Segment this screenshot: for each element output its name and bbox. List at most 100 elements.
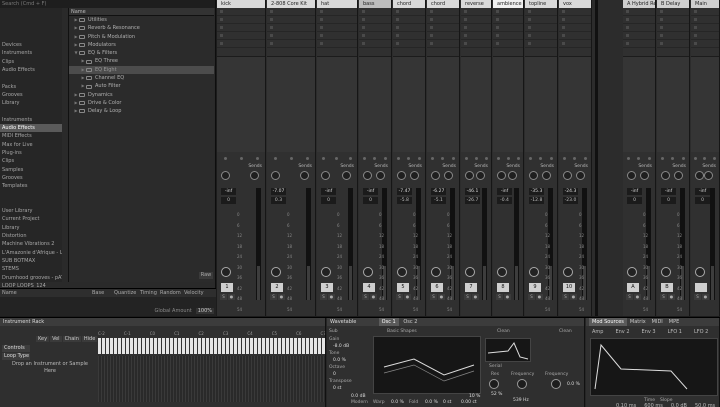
solo-button[interactable]: S [362,294,369,300]
clip-slot[interactable] [691,32,719,40]
places-item[interactable] [0,108,62,116]
track-volume[interactable]: -24.3 [563,188,578,195]
clip-slot[interactable] [657,24,689,32]
places-item[interactable]: Current Project [0,215,62,223]
places-item[interactable] [0,16,62,24]
res-knob[interactable] [489,379,499,389]
clip-slot[interactable] [691,16,719,24]
clip-slot[interactable] [623,40,655,48]
osc-percent[interactable]: 10 % [469,394,480,399]
pan-knob[interactable] [363,267,373,277]
vel-button[interactable]: Vel [50,336,62,342]
send-knob[interactable] [342,171,351,180]
send-knob[interactable] [271,171,280,180]
chain-drop-zone[interactable] [98,356,325,402]
io-toggle-icon[interactable] [441,156,445,160]
track-title[interactable]: chord [427,0,459,8]
clip-drop-area[interactable] [657,56,689,152]
places-item[interactable]: SUB BOTMAX [0,257,62,265]
track-volume[interactable]: -35.3 [529,188,544,195]
track-volume[interactable]: -46.1 [465,188,480,195]
frequency-knob[interactable] [517,379,527,389]
clip-slot[interactable] [359,24,391,32]
solo-button[interactable]: S [464,294,471,300]
clip-slot[interactable] [317,16,357,24]
io-toggle-icon[interactable] [496,156,500,160]
key-button[interactable]: Key [36,336,50,342]
clip-slot[interactable] [691,24,719,32]
level-meter[interactable] [348,188,353,300]
pan-knob[interactable] [627,267,637,277]
clip-slot[interactable] [461,8,491,16]
track-activator-button[interactable]: 9 [529,283,541,292]
io-toggle-icon[interactable] [550,156,554,160]
clip-slot[interactable] [393,8,425,16]
send-knob[interactable] [431,171,440,180]
places-item[interactable] [0,25,62,33]
clip-slot[interactable] [461,16,491,24]
clip-slot[interactable] [359,40,391,48]
io-toggle-icon[interactable] [273,156,277,160]
places-item[interactable]: Packs [0,83,62,91]
io-toggle-icon[interactable] [539,156,543,160]
clip-slot[interactable] [657,32,689,40]
envelope-tab[interactable]: Env 3 [642,329,656,335]
places-item[interactable]: User Library [0,207,62,215]
tree-item[interactable]: ▶ Drive & Color [69,99,214,107]
send-knob[interactable] [321,171,330,180]
io-toggle-icon[interactable] [671,156,675,160]
track-title[interactable]: Main [691,0,719,8]
clip-slot[interactable] [525,32,557,40]
clip-slot[interactable] [559,32,591,40]
clip-slot[interactable] [359,32,391,40]
solo-button[interactable]: S [496,294,503,300]
frequency-value[interactable]: 539 Hz [513,398,529,403]
groove-column-header[interactable]: Base [90,289,112,297]
clip-slot[interactable] [657,16,689,24]
track-volume[interactable]: -inf [661,188,676,195]
io-toggle-icon[interactable] [516,156,520,160]
send-knob[interactable] [221,171,230,180]
io-toggle-icon[interactable] [703,156,707,160]
io-toggle-icon[interactable] [484,156,488,160]
track-title[interactable]: A Hybrid Reverb [623,0,655,8]
clip-slot[interactable] [657,8,689,16]
places-item[interactable]: Clips [0,58,62,66]
arm-button[interactable]: ● [438,294,445,300]
macro-loop-type[interactable]: Loop Type [2,353,30,360]
envelope-tab[interactable]: LFO 2 [694,329,708,335]
semi-value[interactable]: 0 st [443,400,451,405]
io-toggle-icon[interactable] [430,156,434,160]
clip-slot[interactable] [359,8,391,16]
send-knob[interactable] [376,171,385,180]
places-item[interactable]: Drumhood grooves - pATCHED [0,274,62,282]
clip-slot[interactable] [427,32,459,40]
track-volume[interactable]: -inf [221,188,236,195]
places-item[interactable]: Audio Effects [0,66,62,74]
filter-display[interactable] [485,338,531,362]
track-activator-button[interactable]: 7 [465,283,477,292]
drive-value[interactable]: 0.0 dB [351,394,366,399]
track-volume[interactable]: -inf [363,188,378,195]
track-volume[interactable]: -7.07 [271,188,286,195]
clip-slot[interactable] [359,16,391,24]
send-knob[interactable] [542,171,551,180]
filter2-type[interactable]: Clean [559,329,572,334]
io-toggle-icon[interactable] [694,156,698,160]
send-knob[interactable] [529,171,538,180]
places-item[interactable]: Grooves [0,91,62,99]
mod-tab[interactable]: MIDI [649,318,666,326]
places-item[interactable]: Templates [0,182,62,190]
io-toggle-icon[interactable] [348,156,352,160]
arm-button[interactable]: ● [404,294,411,300]
io-toggle-icon[interactable] [322,156,326,160]
track-volume[interactable]: -inf [695,188,710,195]
frequency2-knob[interactable] [551,379,561,389]
send-knob[interactable] [444,171,453,180]
tree-item[interactable]: ▶ Pitch & Modulation [69,33,214,41]
level-meter[interactable] [710,188,715,300]
track-title[interactable]: chord [393,0,425,8]
pan-knob[interactable] [321,267,331,277]
clip-slot[interactable] [559,40,591,48]
send-knob[interactable] [508,171,517,180]
